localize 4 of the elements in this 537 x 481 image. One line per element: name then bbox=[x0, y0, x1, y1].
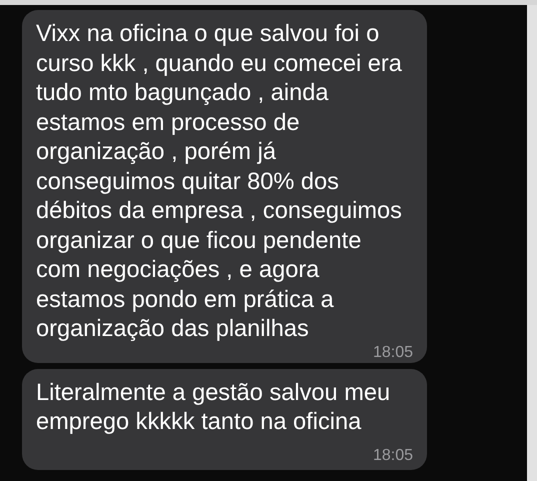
message-text: Literalmente a gestão salvou meu emprego kkkkk tanto na oficina bbox=[36, 378, 390, 437]
message-time: 18:05 bbox=[372, 448, 413, 464]
message-time: 18:05 bbox=[372, 344, 413, 360]
message-text: Vixx na oficina o que salvou foi o curso kkk , quando eu comecei era tudo mto bagunçado , ainda estamos em processo de organização , porém já conseguimos quitar 80% dos débitos da empresa , conseguimos organizar o que ficou pendente com negociações , e agora estamos pondo em prática a organização das planilhas bbox=[36, 20, 402, 344]
